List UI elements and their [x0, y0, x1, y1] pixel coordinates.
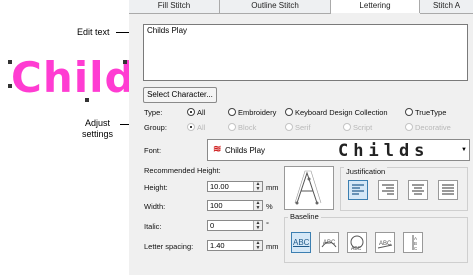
embroidery-font-icon: ≋	[213, 144, 222, 155]
spin-buttons[interactable]: ▲ ▼	[253, 241, 262, 250]
justify-left-button[interactable]	[348, 180, 368, 200]
group-label: Group:	[144, 123, 167, 132]
type-radio-kdc-label: Keyboard Design Collection	[295, 108, 388, 117]
baseline-slant-icon: ABC	[377, 241, 393, 249]
selection-handle[interactable]	[8, 84, 12, 88]
type-label: Type:	[144, 108, 163, 117]
height-spinner[interactable]: 10.00 ▲ ▼	[207, 181, 263, 192]
recommended-height-label: Recommended Height:	[144, 166, 221, 175]
justify-full-button[interactable]	[438, 180, 458, 200]
tab-label: Lettering	[359, 1, 391, 10]
type-radio-all-label: All	[197, 108, 206, 117]
italic-unit: °	[266, 220, 269, 229]
svg-text:ABC: ABC	[379, 241, 392, 247]
baseline-straight-sample: ABC	[293, 238, 310, 247]
group-radio-all[interactable]	[187, 123, 195, 131]
italic-spinner[interactable]: 0 ▲ ▼	[207, 220, 263, 231]
letter-spacing-spinner[interactable]: 1.40 ▲ ▼	[207, 240, 263, 251]
font-name: Childs Play	[225, 146, 266, 155]
group-radio-decorative[interactable]	[405, 123, 413, 131]
svg-text:C: C	[414, 246, 418, 251]
width-value: 100	[210, 201, 223, 210]
group-radio-serif-label: Serif	[295, 123, 311, 132]
spin-buttons[interactable]: ▲ ▼	[253, 201, 262, 210]
baseline-label: Baseline	[288, 212, 321, 221]
tab-lettering[interactable]: Lettering	[331, 0, 420, 13]
select-character-button[interactable]: Select Character...	[143, 87, 217, 103]
baseline-vertical-icon: ABC	[412, 235, 418, 251]
font-sample: Childs	[338, 141, 430, 161]
svg-text:ABC: ABC	[323, 240, 336, 246]
italic-label: Italic:	[144, 222, 162, 231]
baseline-slant-button[interactable]: ABC	[375, 232, 395, 253]
letter-spacing-value: 1.40	[210, 241, 225, 250]
height-label: Height:	[144, 183, 168, 192]
align-center-icon	[412, 184, 424, 195]
spin-buttons[interactable]: ▲ ▼	[253, 221, 262, 230]
selection-handle[interactable]	[8, 60, 12, 64]
baseline-straight-button[interactable]: ABC	[291, 232, 311, 253]
preview-lettering: Child	[11, 53, 136, 102]
svg-text:ABC: ABC	[351, 246, 362, 252]
tab-label: Outline Stitch	[251, 1, 299, 10]
font-label: Font:	[144, 146, 162, 155]
group-radio-serif[interactable]	[285, 123, 293, 131]
width-unit: %	[266, 202, 273, 211]
baseline-arc-up-button[interactable]: ABC	[319, 232, 339, 253]
callout-adjust-line2: settings	[82, 129, 114, 139]
type-radio-embroidery[interactable]	[228, 108, 236, 116]
italic-value: 0	[210, 221, 215, 230]
font-select[interactable]: ≋ Childs Play Childs ▼	[207, 139, 470, 161]
letter-spacing-label: Letter spacing:	[144, 242, 194, 251]
height-unit: mm	[266, 183, 279, 192]
tab-stitch-a[interactable]: Stitch A	[420, 0, 473, 14]
type-radio-kdc[interactable]	[285, 108, 293, 116]
tab-label: Fill Stitch	[157, 1, 191, 10]
group-radio-decorative-label: Decorative	[415, 123, 451, 132]
type-radio-truetype-label: TrueType	[415, 108, 447, 117]
justify-right-button[interactable]	[378, 180, 398, 200]
editor-text: Childs Play	[147, 26, 188, 35]
baseline-circle-button[interactable]: ABC	[347, 232, 367, 253]
tab-outline-stitch[interactable]: Outline Stitch	[220, 0, 331, 14]
group-radio-script[interactable]	[343, 123, 351, 131]
tab-fill-stitch[interactable]: Fill Stitch	[129, 0, 220, 14]
type-radio-truetype[interactable]	[405, 108, 413, 116]
group-radio-script-label: Script	[353, 123, 373, 132]
align-left-icon	[352, 184, 364, 195]
envelope-a-icon	[294, 170, 322, 205]
selection-handle[interactable]	[123, 60, 127, 64]
letter-spacing-unit: mm	[266, 242, 279, 251]
tab-label: Stitch A	[432, 1, 461, 10]
justification-label: Justification	[344, 167, 388, 176]
width-spinner[interactable]: 100 ▲ ▼	[207, 200, 263, 211]
group-radio-block[interactable]	[228, 123, 236, 131]
chevron-down-icon[interactable]: ▼	[461, 147, 467, 153]
type-radio-embroidery-label: Embroidery	[238, 108, 277, 117]
spin-buttons[interactable]: ▲ ▼	[253, 182, 262, 191]
justify-center-button[interactable]	[408, 180, 428, 200]
baseline-arc-up-icon: ABC	[321, 240, 337, 248]
align-justify-icon	[442, 184, 454, 195]
height-value: 10.00	[210, 182, 229, 191]
letter-shape-preview[interactable]	[284, 166, 334, 210]
width-label: Width:	[144, 202, 166, 211]
baseline-vertical-button[interactable]: ABC	[403, 232, 423, 253]
group-radio-all-label: All	[197, 123, 206, 132]
callout-edit-text: Edit text	[77, 27, 110, 37]
lettering-text-editor[interactable]: Childs Play	[143, 24, 468, 81]
type-radio-all[interactable]	[187, 108, 195, 116]
design-preview[interactable]: Child	[0, 52, 135, 112]
group-radio-block-label: Block	[238, 123, 257, 132]
callout-adjust-line1: Adjust	[85, 118, 111, 128]
callout-adjust-settings: Adjust settings	[82, 118, 113, 140]
align-right-icon	[382, 184, 394, 195]
selection-handle[interactable]	[85, 98, 89, 102]
baseline-circle-icon: ABC	[350, 235, 364, 252]
